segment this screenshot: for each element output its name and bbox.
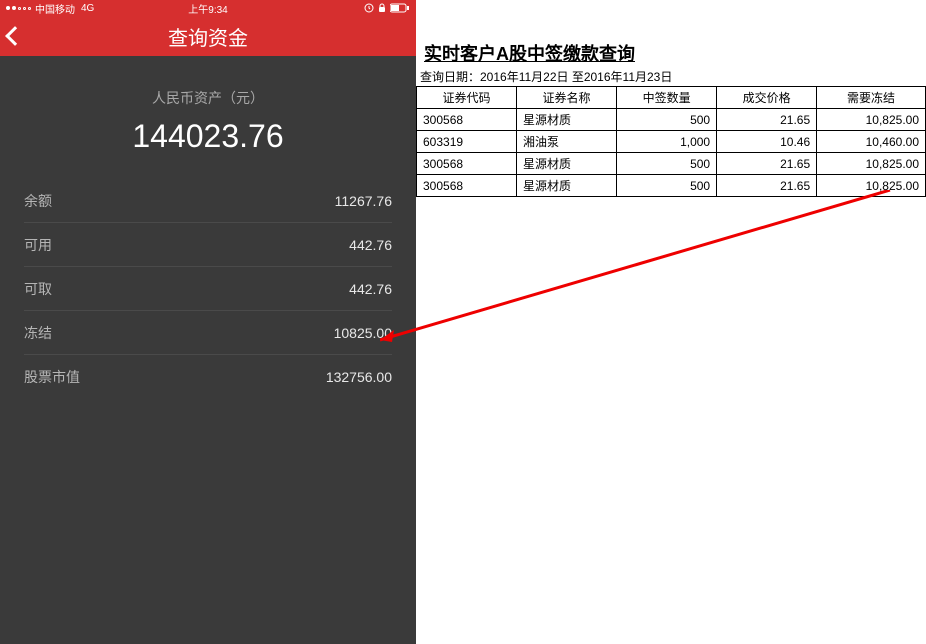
table-row: 603319湘油泵1,00010.4610,460.00 bbox=[417, 131, 926, 153]
cell-name: 星源材质 bbox=[517, 153, 617, 175]
network-label: 4G bbox=[81, 3, 94, 14]
cell-price: 21.65 bbox=[717, 175, 817, 197]
battery-icon bbox=[390, 3, 410, 13]
col-price: 成交价格 bbox=[717, 87, 817, 109]
table-row: 300568星源材质50021.6510,825.00 bbox=[417, 153, 926, 175]
report-title: 实时客户A股中签缴款查询 bbox=[416, 40, 926, 66]
cell-qty: 1,000 bbox=[617, 131, 717, 153]
report-panel: 实时客户A股中签缴款查询 查询日期：2016年11月22日 至2016年11月2… bbox=[416, 40, 926, 197]
cell-name: 星源材质 bbox=[517, 109, 617, 131]
phone-screen: 中国移动 4G 上午9:34 查询资金 人民币资产（元） 144023.76 余… bbox=[0, 0, 416, 644]
table-header-row: 证券代码 证券名称 中签数量 成交价格 需要冻结 bbox=[417, 87, 926, 109]
row-label: 可用 bbox=[24, 235, 52, 255]
row-label: 股票市值 bbox=[24, 367, 80, 387]
col-name: 证券名称 bbox=[517, 87, 617, 109]
fund-rows: 余额11267.76 可用442.76 可取442.76 冻结10825.00 … bbox=[0, 179, 416, 399]
row-label: 可取 bbox=[24, 279, 52, 299]
row-value: 11267.76 bbox=[335, 193, 392, 209]
row-balance: 余额 11267.76 bbox=[24, 179, 392, 223]
time-label: 上午9:34 bbox=[188, 1, 227, 16]
row-value: 442.76 bbox=[349, 281, 392, 297]
nav-title: 查询资金 bbox=[168, 22, 248, 51]
col-freeze: 需要冻结 bbox=[817, 87, 926, 109]
cell-freeze: 10,825.00 bbox=[817, 153, 926, 175]
cell-price: 21.65 bbox=[717, 109, 817, 131]
cell-name: 湘油泵 bbox=[517, 131, 617, 153]
row-frozen: 冻结 10825.00 bbox=[24, 311, 392, 355]
alarm-icon bbox=[364, 3, 374, 13]
carrier-label: 中国移动 bbox=[35, 1, 75, 16]
report-table: 证券代码 证券名称 中签数量 成交价格 需要冻结 300568星源材质50021… bbox=[416, 86, 926, 197]
row-value: 10825.00 bbox=[334, 325, 392, 341]
cell-qty: 500 bbox=[617, 109, 717, 131]
cell-code: 300568 bbox=[417, 109, 517, 131]
cell-price: 10.46 bbox=[717, 131, 817, 153]
summary-label: 人民币资产（元） bbox=[0, 88, 416, 108]
cell-code: 300568 bbox=[417, 175, 517, 197]
table-row: 300568星源材质50021.6510,825.00 bbox=[417, 175, 926, 197]
back-icon[interactable] bbox=[5, 26, 25, 46]
cell-code: 300568 bbox=[417, 153, 517, 175]
row-label: 冻结 bbox=[24, 323, 52, 343]
status-right-icons bbox=[364, 3, 410, 13]
signal-dots-icon bbox=[6, 6, 31, 10]
row-value: 442.76 bbox=[349, 237, 392, 253]
row-label: 余额 bbox=[24, 191, 52, 211]
cell-qty: 500 bbox=[617, 153, 717, 175]
cell-freeze: 10,460.00 bbox=[817, 131, 926, 153]
cell-code: 603319 bbox=[417, 131, 517, 153]
col-qty: 中签数量 bbox=[617, 87, 717, 109]
row-stock-value: 股票市值 132756.00 bbox=[24, 355, 392, 399]
row-value: 132756.00 bbox=[326, 369, 392, 385]
cell-name: 星源材质 bbox=[517, 175, 617, 197]
annotation-arrow bbox=[380, 190, 910, 350]
cell-freeze: 10,825.00 bbox=[817, 109, 926, 131]
nav-bar: 查询资金 bbox=[0, 16, 416, 56]
summary-block: 人民币资产（元） 144023.76 bbox=[0, 56, 416, 179]
table-row: 300568星源材质50021.6510,825.00 bbox=[417, 109, 926, 131]
lock-icon bbox=[377, 3, 387, 13]
cell-freeze: 10,825.00 bbox=[817, 175, 926, 197]
status-bar: 中国移动 4G 上午9:34 bbox=[0, 0, 416, 16]
row-withdrawable: 可取 442.76 bbox=[24, 267, 392, 311]
cell-price: 21.65 bbox=[717, 153, 817, 175]
row-available: 可用 442.76 bbox=[24, 223, 392, 267]
cell-qty: 500 bbox=[617, 175, 717, 197]
query-date: 查询日期：2016年11月22日 至2016年11月23日 bbox=[416, 68, 926, 85]
summary-value: 144023.76 bbox=[0, 118, 416, 155]
col-code: 证券代码 bbox=[417, 87, 517, 109]
